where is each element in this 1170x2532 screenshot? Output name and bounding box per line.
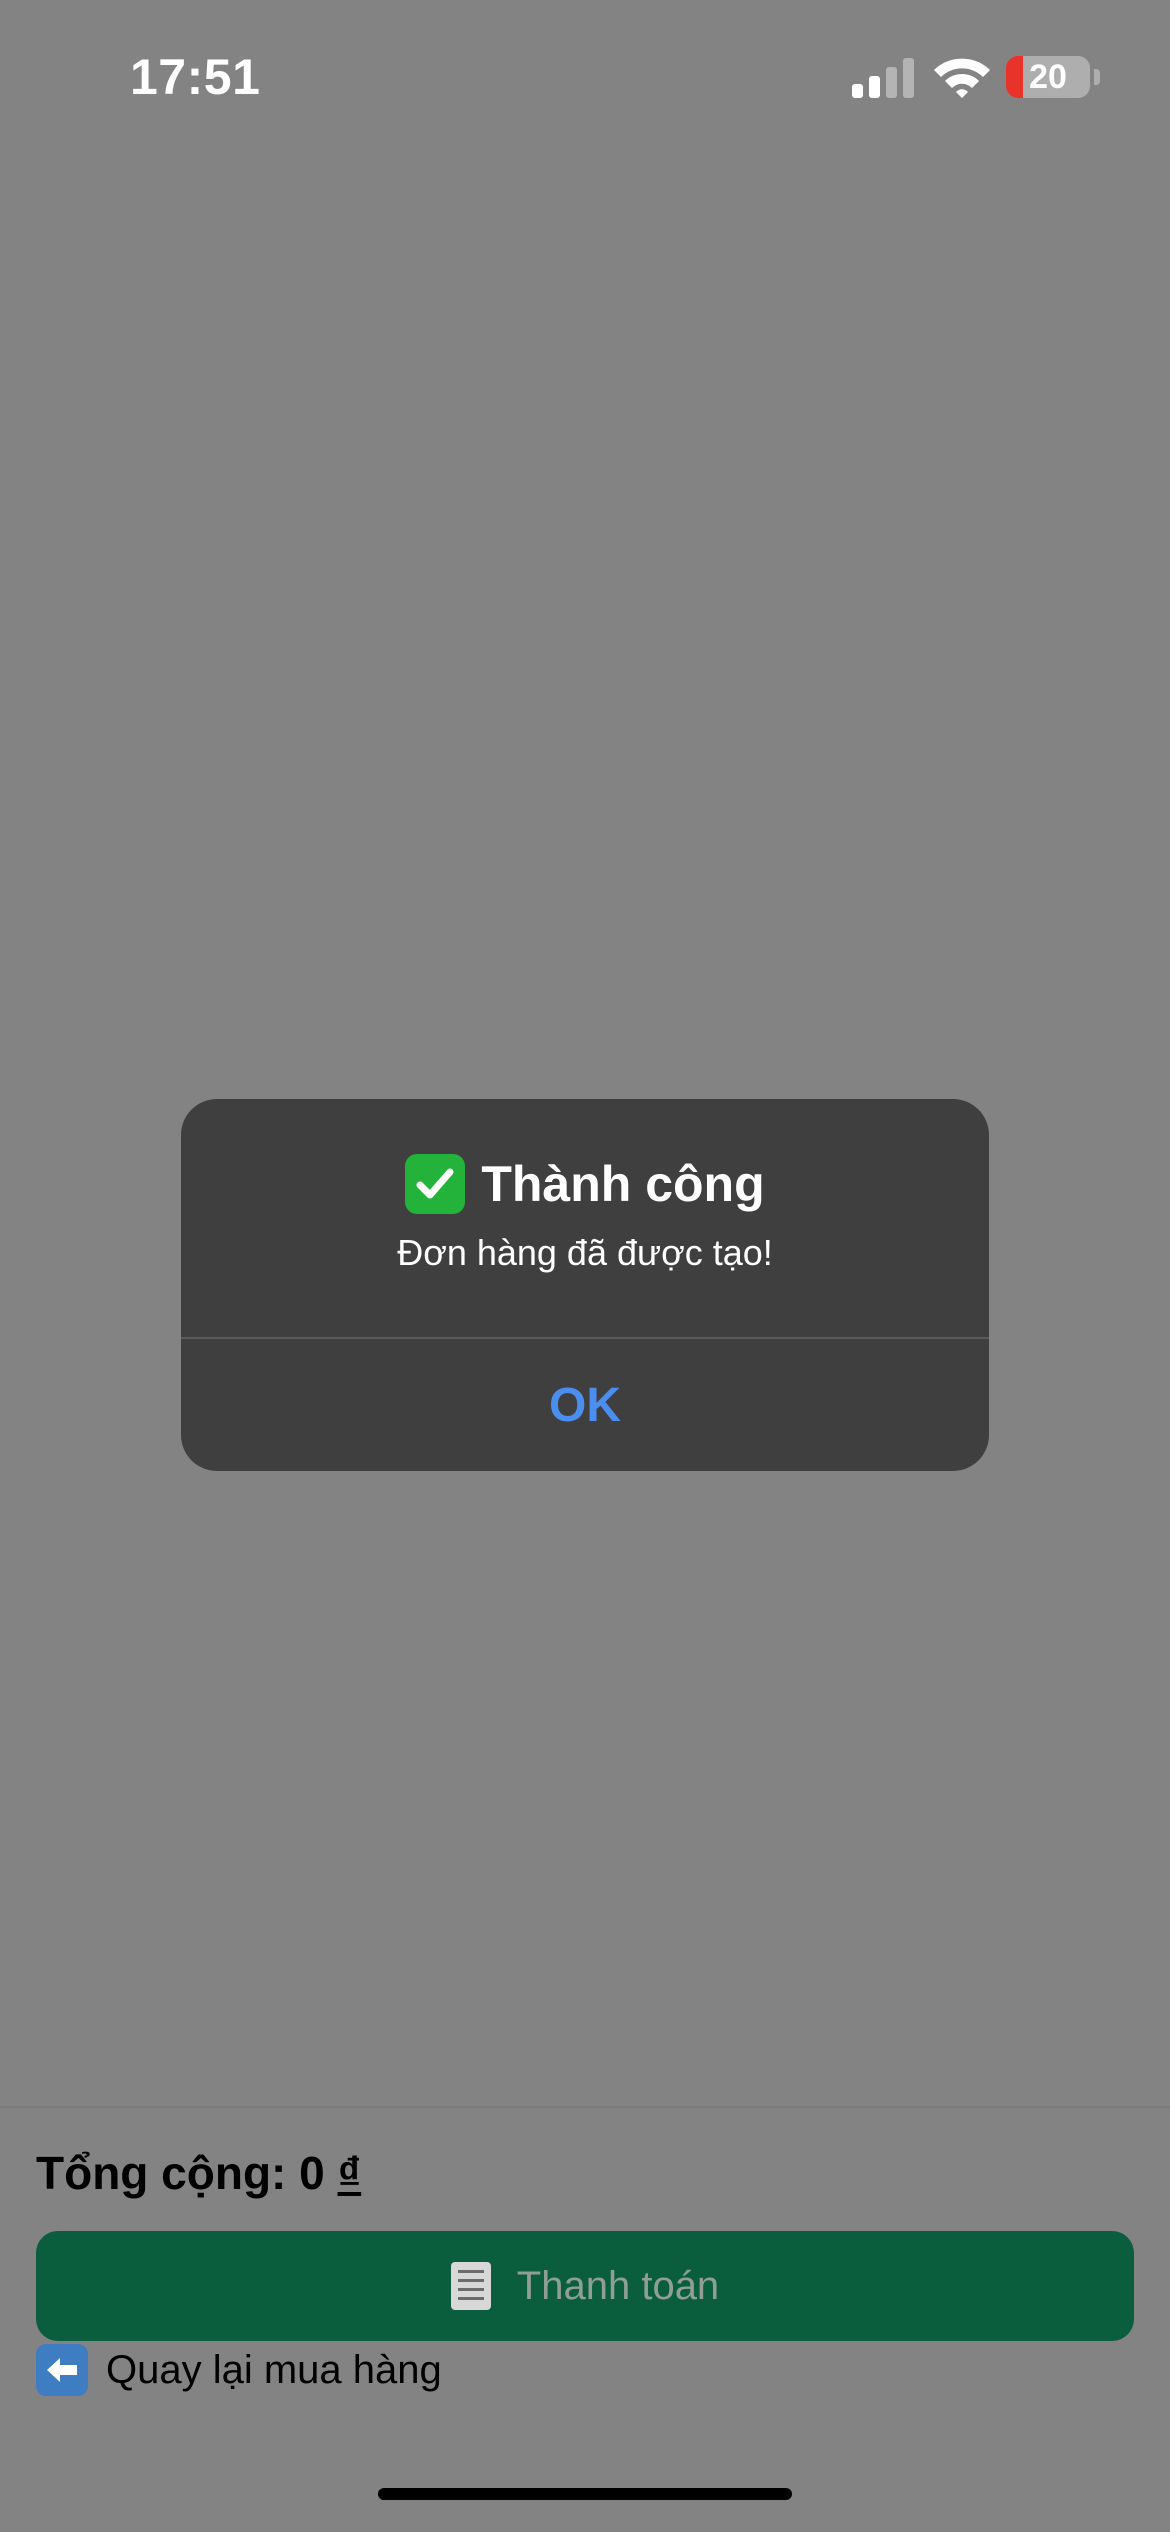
battery-icon: 20 bbox=[1006, 56, 1090, 98]
alert-message: Đơn hàng đã được tạo! bbox=[397, 1232, 773, 1273]
total-label: Tổng cộng: 0 bbox=[36, 2147, 325, 2199]
checkout-label: Thanh toán bbox=[516, 2263, 720, 2308]
screen: 17:51 20 Thành công Đơn hàng đã được tạo… bbox=[0, 0, 1170, 2532]
battery-cap bbox=[1094, 69, 1100, 85]
order-total: Tổng cộng: 0 ₫ bbox=[36, 2146, 361, 2200]
checkout-button[interactable]: Thanh toán bbox=[36, 2231, 1134, 2341]
status-time: 17:51 bbox=[130, 49, 261, 105]
status-bar: 17:51 20 bbox=[0, 0, 1170, 150]
total-currency: ₫ bbox=[337, 2147, 362, 2199]
alert-title-row: Thành công bbox=[181, 1154, 989, 1214]
receipt-icon bbox=[450, 2262, 491, 2310]
ok-button[interactable]: OK bbox=[181, 1339, 989, 1471]
left-arrow-icon bbox=[36, 2344, 88, 2396]
battery-level: 20 bbox=[1029, 57, 1067, 96]
bottom-divider bbox=[0, 2106, 1170, 2108]
success-alert: Thành công Đơn hàng đã được tạo! OK bbox=[181, 1099, 989, 1471]
back-to-shopping-link[interactable]: Quay lại mua hàng bbox=[36, 2340, 442, 2400]
wifi-icon bbox=[934, 58, 990, 98]
back-label: Quay lại mua hàng bbox=[106, 2347, 442, 2392]
cellular-signal-icon bbox=[852, 58, 914, 98]
home-indicator[interactable] bbox=[378, 2488, 792, 2500]
alert-title: Thành công bbox=[481, 1156, 765, 1212]
check-mark-icon bbox=[405, 1154, 466, 1214]
